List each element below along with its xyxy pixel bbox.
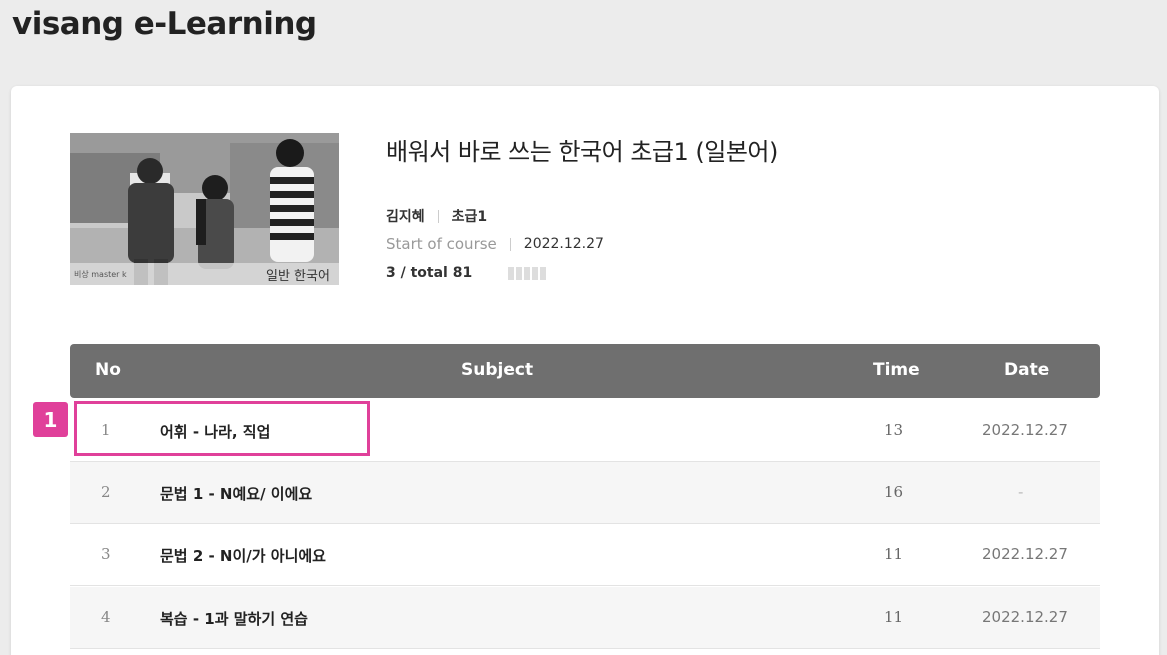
progress-bar bbox=[508, 266, 547, 280]
row-time: 16 bbox=[884, 483, 904, 501]
thumbnail-image bbox=[70, 133, 339, 285]
row-time: 11 bbox=[884, 545, 904, 563]
start-label: Start of course bbox=[386, 235, 497, 253]
start-date: 2022.12.27 bbox=[523, 236, 604, 252]
row-no: 4 bbox=[101, 608, 111, 626]
highlight-box bbox=[74, 401, 370, 456]
course-thumbnail[interactable]: 비상 master k 일반 한국어 bbox=[70, 133, 339, 285]
row-subject-link[interactable]: 문법 2 - N이/가 아니에요 bbox=[160, 545, 326, 566]
row-time: 13 bbox=[884, 421, 904, 439]
lesson-table-header: No Subject Time Date bbox=[70, 344, 1100, 398]
instructor-name: 김지혜 bbox=[386, 209, 425, 225]
course-meta-instructor: 김지혜 초급1 bbox=[386, 206, 487, 226]
header-date: Date bbox=[1004, 360, 1050, 380]
header-subject: Subject bbox=[461, 360, 534, 380]
meta-divider bbox=[437, 209, 439, 223]
row-date: 2022.12.27 bbox=[982, 421, 1068, 439]
thumbnail-caption: 일반 한국어 bbox=[266, 269, 330, 284]
app-title: visang e-Learning bbox=[12, 6, 317, 42]
header-time: Time bbox=[873, 360, 920, 380]
course-meta-start: Start of course 2022.12.27 bbox=[386, 235, 604, 253]
row-time: 11 bbox=[884, 608, 904, 626]
progress-text: 3 / total 81 bbox=[386, 265, 473, 281]
thumbnail-logo: 비상 master k bbox=[74, 270, 127, 279]
course-meta-progress: 3 / total 81 bbox=[386, 265, 547, 281]
row-subject-link[interactable]: 문법 1 - N예요/ 이에요 bbox=[160, 483, 312, 504]
row-subject-link[interactable]: 복습 - 1과 말하기 연습 bbox=[160, 608, 308, 629]
table-row[interactable]: 3 문법 2 - N이/가 아니에요 11 2022.12.27 bbox=[70, 524, 1100, 586]
header-no: No bbox=[95, 360, 121, 380]
row-date: 2022.12.27 bbox=[982, 608, 1068, 626]
course-level: 초급1 bbox=[451, 209, 488, 225]
row-no: 3 bbox=[101, 545, 111, 563]
step-badge: 1 bbox=[33, 402, 68, 437]
row-date: - bbox=[1018, 483, 1024, 501]
meta-divider bbox=[509, 237, 511, 251]
row-date: 2022.12.27 bbox=[982, 545, 1068, 563]
course-title: 배워서 바로 쓰는 한국어 초급1 (일본어) bbox=[386, 138, 778, 166]
table-row[interactable]: 4 복습 - 1과 말하기 연습 11 2022.12.27 bbox=[70, 587, 1100, 649]
table-row[interactable]: 2 문법 1 - N예요/ 이에요 16 - bbox=[70, 462, 1100, 524]
row-no: 2 bbox=[101, 483, 111, 501]
